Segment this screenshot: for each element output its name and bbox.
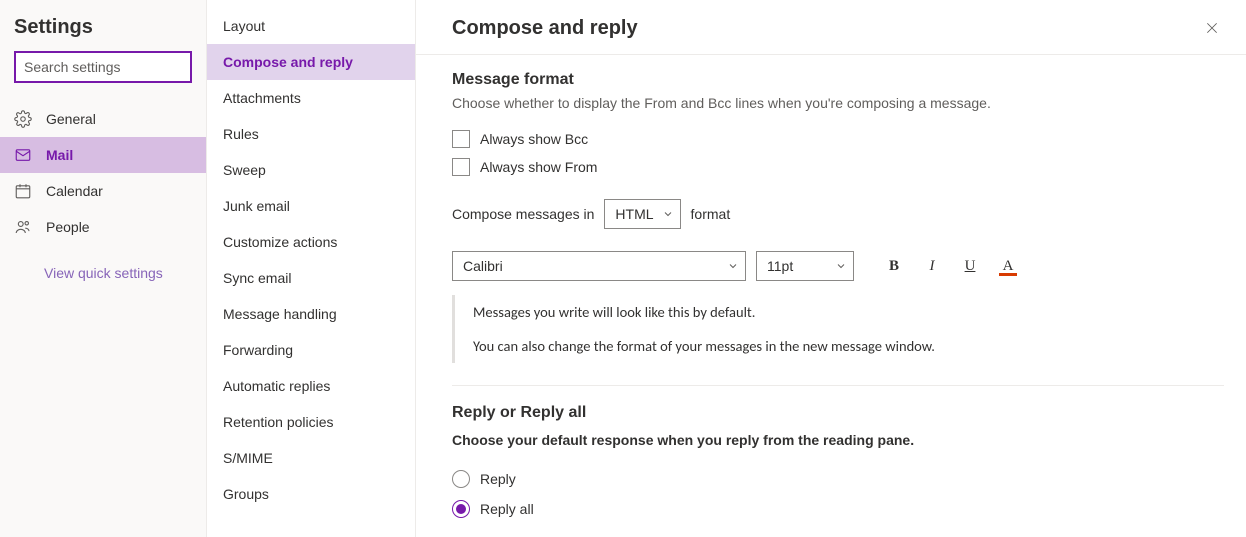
subnav-smime[interactable]: S/MIME <box>207 440 415 476</box>
font-color-swatch <box>999 273 1017 276</box>
reply-desc: Choose your default response when you re… <box>452 432 1224 448</box>
italic-button[interactable]: I <box>918 252 946 280</box>
gear-icon <box>14 110 32 128</box>
message-format-desc: Choose whether to display the From and B… <box>452 95 1224 111</box>
chevron-down-icon <box>662 208 674 220</box>
font-size-value: 11pt <box>767 258 793 274</box>
people-icon <box>14 218 32 236</box>
subnav-automatic-replies[interactable]: Automatic replies <box>207 368 415 404</box>
format-preview: Messages you write will look like this b… <box>452 295 1224 363</box>
compose-format-suffix: format <box>691 206 731 222</box>
always-show-from-label: Always show From <box>480 159 597 175</box>
always-show-bcc-label: Always show Bcc <box>480 131 588 147</box>
settings-sidebar: Settings General Mail Calendar <box>0 0 207 537</box>
underline-button[interactable]: U <box>956 252 984 280</box>
mail-icon <box>14 146 32 164</box>
message-format-heading: Message format <box>452 71 1224 89</box>
sidebar-item-label: Calendar <box>46 183 103 199</box>
always-show-bcc-checkbox[interactable] <box>452 130 470 148</box>
preview-line1: Messages you write will look like this b… <box>473 303 1224 321</box>
reply-radio[interactable] <box>452 470 470 488</box>
mail-settings-subnav: Layout Compose and reply Attachments Rul… <box>207 0 416 537</box>
compose-format-value: HTML <box>615 206 653 222</box>
sidebar-item-label: People <box>46 219 90 235</box>
font-family-value: Calibri <box>463 258 503 274</box>
reply-all-radio[interactable] <box>452 500 470 518</box>
search-input[interactable] <box>14 51 192 83</box>
bold-icon: B <box>889 258 899 275</box>
sidebar-item-calendar[interactable]: Calendar <box>0 173 206 209</box>
subnav-junk-email[interactable]: Junk email <box>207 188 415 224</box>
subnav-rules[interactable]: Rules <box>207 116 415 152</box>
font-color-icon: A <box>1003 258 1014 275</box>
italic-icon: I <box>930 258 935 275</box>
sidebar-item-general[interactable]: General <box>0 101 206 137</box>
close-button[interactable] <box>1200 16 1224 40</box>
subnav-layout[interactable]: Layout <box>207 8 415 44</box>
close-icon <box>1204 20 1220 36</box>
settings-title: Settings <box>0 0 206 51</box>
subnav-compose-and-reply[interactable]: Compose and reply <box>207 44 415 80</box>
panel-title: Compose and reply <box>452 17 638 40</box>
font-size-select[interactable]: 11pt <box>756 251 854 281</box>
always-show-from-checkbox[interactable] <box>452 158 470 176</box>
chevron-down-icon <box>727 260 739 272</box>
font-family-select[interactable]: Calibri <box>452 251 746 281</box>
sidebar-item-people[interactable]: People <box>0 209 206 245</box>
compose-format-prefix: Compose messages in <box>452 206 594 222</box>
view-quick-settings-link[interactable]: View quick settings <box>44 265 163 281</box>
subnav-sweep[interactable]: Sweep <box>207 152 415 188</box>
reply-radio-label: Reply <box>480 471 516 487</box>
reply-heading: Reply or Reply all <box>452 404 1224 422</box>
subnav-retention-policies[interactable]: Retention policies <box>207 404 415 440</box>
subnav-sync-email[interactable]: Sync email <box>207 260 415 296</box>
sidebar-item-label: Mail <box>46 147 73 163</box>
sidebar-item-mail[interactable]: Mail <box>0 137 206 173</box>
chevron-down-icon <box>835 260 847 272</box>
font-color-button[interactable]: A <box>994 252 1022 280</box>
sidebar-item-label: General <box>46 111 96 127</box>
preview-line2: You can also change the format of your m… <box>473 337 1224 355</box>
subnav-groups[interactable]: Groups <box>207 476 415 512</box>
reply-all-radio-label: Reply all <box>480 501 534 517</box>
calendar-icon <box>14 182 32 200</box>
section-divider <box>452 385 1224 386</box>
subnav-forwarding[interactable]: Forwarding <box>207 332 415 368</box>
subnav-message-handling[interactable]: Message handling <box>207 296 415 332</box>
underline-icon: U <box>965 258 976 275</box>
compose-format-select[interactable]: HTML <box>604 199 680 229</box>
subnav-attachments[interactable]: Attachments <box>207 80 415 116</box>
settings-panel: Compose and reply Message format Choose … <box>416 0 1246 537</box>
subnav-customize-actions[interactable]: Customize actions <box>207 224 415 260</box>
bold-button[interactable]: B <box>880 252 908 280</box>
